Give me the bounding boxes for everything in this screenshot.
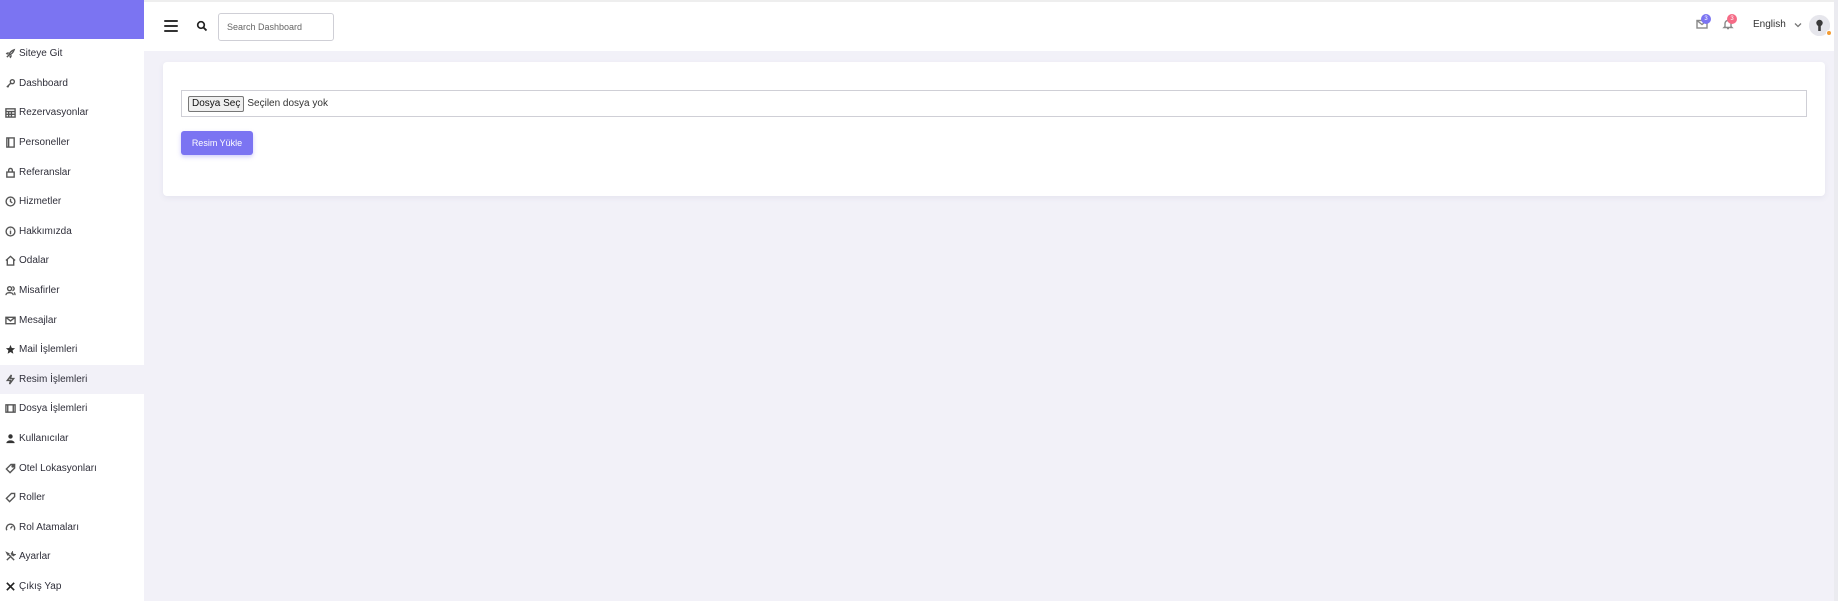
star-icon xyxy=(4,344,16,356)
sidebar-item-label: Otel Lokasyonları xyxy=(19,462,97,474)
sidebar-item-label: Rol Atamaları xyxy=(19,521,80,533)
sidebar-item-hizmetler[interactable]: Hizmetler xyxy=(0,187,144,217)
sidebar-item-label: Dosya İşlemleri xyxy=(19,403,88,415)
avatar[interactable] xyxy=(1809,15,1832,36)
sidebar-item-label: Ayarlar xyxy=(19,551,51,563)
clock-icon xyxy=(4,196,16,208)
sidebar-item-ayarlar[interactable]: Ayarlar xyxy=(0,542,144,572)
status-dot xyxy=(1826,30,1832,36)
gauge-icon xyxy=(4,521,16,533)
rocket-icon xyxy=(4,48,16,60)
sidebar-item-referanslar[interactable]: Referanslar xyxy=(0,157,144,187)
sidebar-item-siteye-git[interactable]: Siteye Git xyxy=(0,39,144,69)
sidebar-item-roller[interactable]: Roller xyxy=(0,483,144,513)
sidebar-item-rezervasyonlar[interactable]: Rezervasyonlar xyxy=(0,98,144,128)
notification-button[interactable]: 3 xyxy=(1722,14,1737,32)
page-scrollbar[interactable] xyxy=(1834,0,1838,601)
sidebar-item-label: Hakkımızda xyxy=(19,225,72,237)
sidebar-item-label: Hizmetler xyxy=(19,196,62,208)
sidebar-item-mesajlar[interactable]: Mesajlar xyxy=(0,305,144,335)
upload-image-button[interactable]: Resim Yükle xyxy=(181,131,253,155)
search-icon[interactable] xyxy=(196,20,208,32)
tag-outline-icon xyxy=(4,492,16,504)
tools-icon xyxy=(4,551,16,563)
tag-icon xyxy=(4,462,16,474)
sidebar-item-label: Personeller xyxy=(19,137,70,149)
sidebar-item-odalar[interactable]: Odalar xyxy=(0,246,144,276)
sidebar-item-hakkimizda[interactable]: Hakkımızda xyxy=(0,217,144,247)
film-icon xyxy=(4,403,16,415)
sidebar-item-cikis-yap[interactable]: Çıkış Yap xyxy=(0,572,144,601)
sidebar-item-dashboard[interactable]: Dashboard xyxy=(0,69,144,99)
sidebar-item-otel-lokasyonlari[interactable]: Otel Lokasyonları xyxy=(0,453,144,483)
book-icon xyxy=(4,137,16,149)
close-icon xyxy=(4,580,16,592)
chevron-down-icon xyxy=(1794,21,1802,29)
sidebar-item-misafirler[interactable]: Misafirler xyxy=(0,276,144,306)
sidebar-item-personeller[interactable]: Personeller xyxy=(0,128,144,158)
sidebar-item-label: Çıkış Yap xyxy=(19,580,62,592)
info-icon xyxy=(4,225,16,237)
lock-icon xyxy=(4,166,16,178)
sidebar-item-label: Misafirler xyxy=(19,285,60,297)
sidebar-item-label: Siteye Git xyxy=(19,48,63,60)
sidebar-brand xyxy=(0,0,144,39)
sidebar-item-label: Dashboard xyxy=(19,77,68,89)
sidebar-item-dosya-islemleri[interactable]: Dosya İşlemleri xyxy=(0,394,144,424)
calendar-icon xyxy=(4,107,16,119)
sidebar: Siteye Git Dashboard Rezervasyonlar Pers… xyxy=(0,0,144,601)
sidebar-item-label: Mail İşlemleri xyxy=(19,344,78,356)
sidebar-item-resim-islemleri[interactable]: Resim İşlemleri xyxy=(0,364,144,395)
notification-badge: 3 xyxy=(1727,14,1737,24)
mail-button[interactable]: 3 xyxy=(1696,14,1711,32)
file-status-text: Seçilen dosya yok xyxy=(247,98,328,109)
sidebar-item-label: Kullanıcılar xyxy=(19,433,69,445)
sidebar-item-label: Odalar xyxy=(19,255,50,267)
mail-badge: 3 xyxy=(1701,14,1711,24)
sidebar-item-kullanicilar[interactable]: Kullanıcılar xyxy=(0,424,144,454)
sidebar-item-label: Referanslar xyxy=(19,166,71,178)
sidebar-item-rol-atamalari[interactable]: Rol Atamaları xyxy=(0,513,144,543)
sidebar-item-label: Resim İşlemleri xyxy=(19,373,88,385)
upload-card: Dosya Seç Seçilen dosya yok Resim Yükle xyxy=(163,62,1825,196)
sidebar-item-mail-islemleri[interactable]: Mail İşlemleri xyxy=(0,335,144,365)
users-icon xyxy=(4,285,16,297)
sidebar-item-label: Rezervasyonlar xyxy=(19,107,89,119)
top-header: 3 3 English xyxy=(144,0,1838,51)
search-input[interactable] xyxy=(218,13,334,41)
menu-toggle-icon[interactable] xyxy=(164,20,178,32)
home-icon xyxy=(4,255,16,267)
language-selector[interactable]: English xyxy=(1753,19,1802,30)
key-icon xyxy=(4,77,16,89)
envelope-icon xyxy=(4,314,16,326)
language-label: English xyxy=(1753,19,1786,30)
user-icon xyxy=(4,433,16,445)
sidebar-nav: Siteye Git Dashboard Rezervasyonlar Pers… xyxy=(0,39,144,601)
choose-file-button[interactable]: Dosya Seç xyxy=(188,95,245,112)
sidebar-item-label: Mesajlar xyxy=(19,314,57,326)
file-input[interactable]: Dosya Seç Seçilen dosya yok xyxy=(181,90,1807,117)
bolt-icon xyxy=(4,373,16,385)
sidebar-item-label: Roller xyxy=(19,492,46,504)
